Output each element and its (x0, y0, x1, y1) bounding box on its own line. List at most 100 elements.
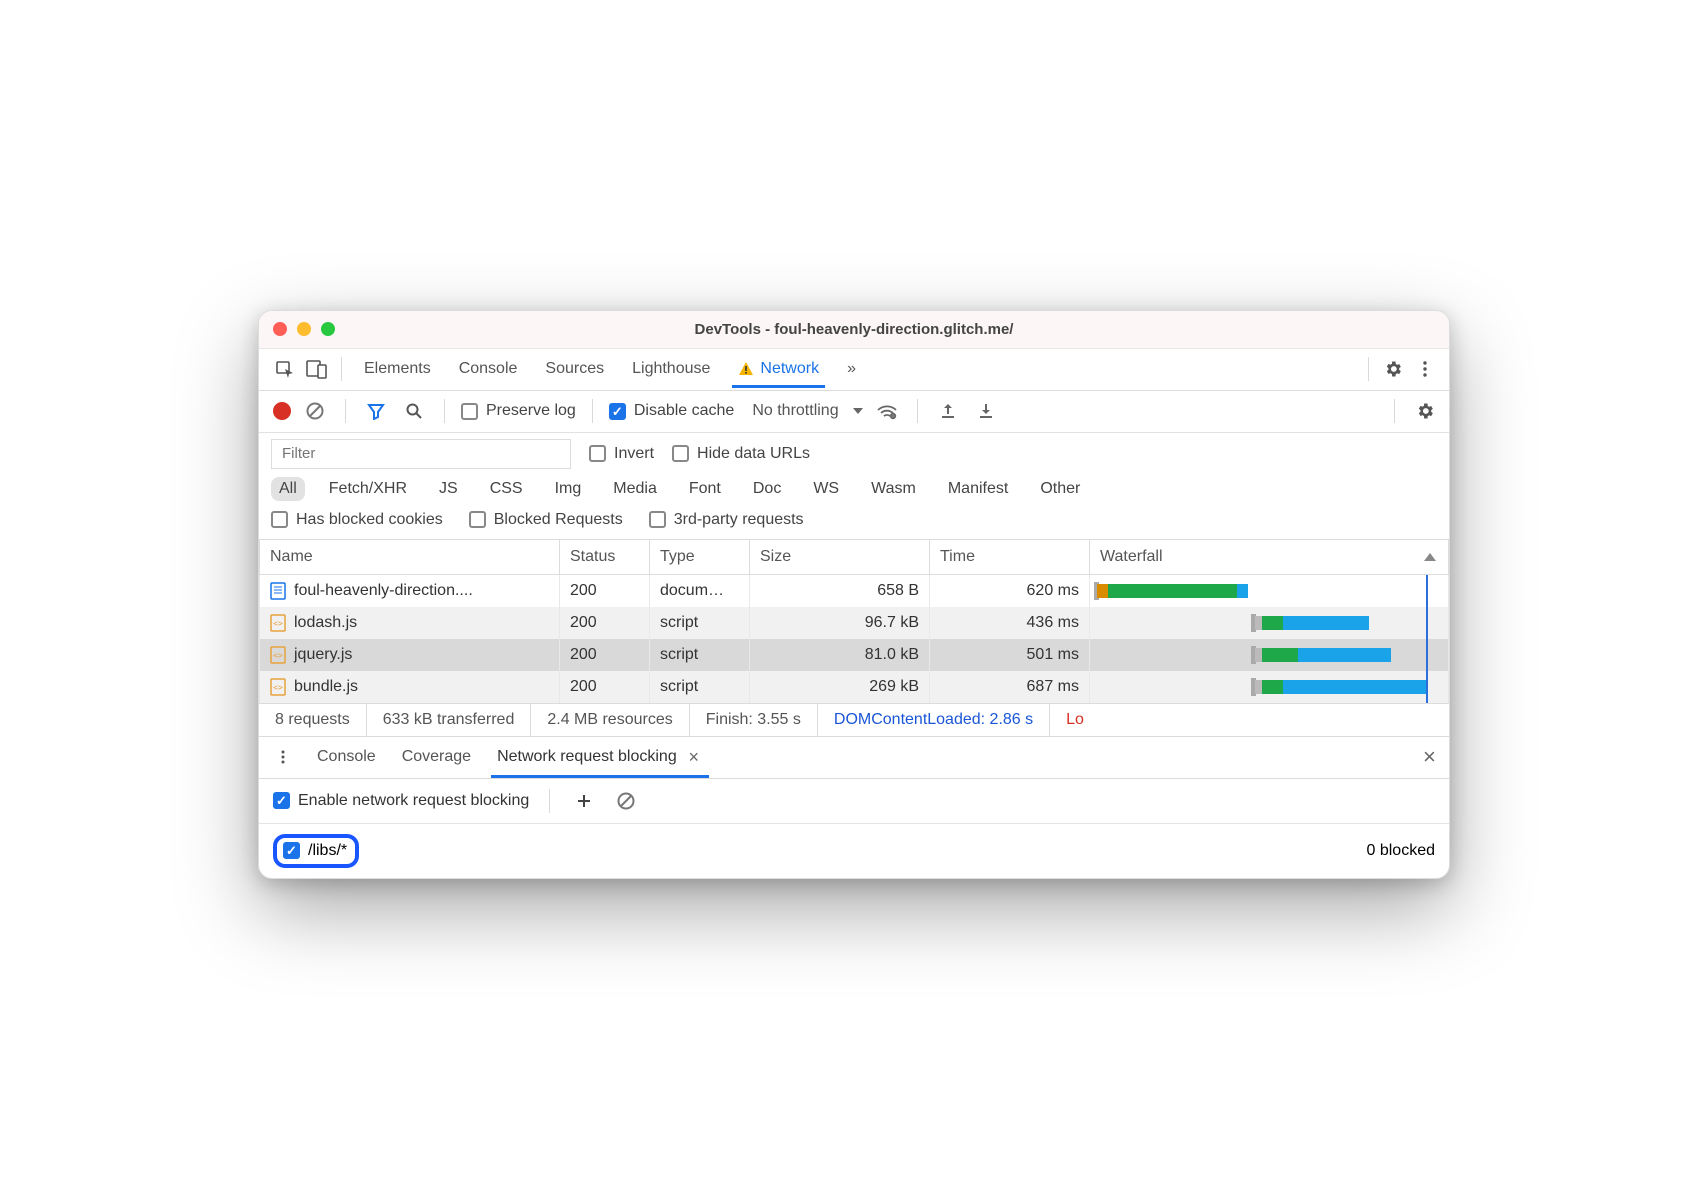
tab-console[interactable]: Console (457, 351, 520, 387)
size-cell: 81.0 kB (750, 639, 930, 671)
pattern-checkbox[interactable] (283, 842, 300, 859)
summary-transferred: 633 kB transferred (367, 704, 532, 736)
type-filter-css[interactable]: CSS (482, 477, 531, 501)
throttling-value: No throttling (752, 402, 838, 420)
network-conditions-icon[interactable] (873, 397, 901, 425)
divider (341, 357, 342, 381)
third-party-checkbox[interactable]: 3rd-party requests (649, 511, 804, 529)
blocking-toolbar: Enable network request blocking (259, 779, 1449, 824)
waterfall-cell (1090, 607, 1449, 639)
tabs-overflow[interactable]: » (845, 351, 858, 387)
hide-data-urls-checkbox[interactable]: Hide data URLs (672, 445, 810, 463)
type-filter-media[interactable]: Media (605, 477, 665, 501)
throttling-select[interactable]: No throttling (752, 402, 862, 420)
type-filter-other[interactable]: Other (1032, 477, 1088, 501)
waterfall-cell (1090, 574, 1449, 607)
chevron-down-icon (853, 408, 863, 414)
third-party-label: 3rd-party requests (674, 511, 804, 529)
blocked-requests-checkbox[interactable]: Blocked Requests (469, 511, 623, 529)
upload-har-icon[interactable] (934, 397, 962, 425)
waterfall-cell (1090, 639, 1449, 671)
col-waterfall[interactable]: Waterfall (1090, 540, 1449, 575)
col-time[interactable]: Time (930, 540, 1090, 575)
drawer-kebab-icon[interactable] (273, 743, 293, 771)
kebab-menu-icon[interactable] (1411, 355, 1439, 383)
checkbox-icon (609, 403, 626, 420)
has-blocked-cookies-checkbox[interactable]: Has blocked cookies (271, 511, 443, 529)
close-tab-icon[interactable]: × (685, 747, 703, 768)
download-har-icon[interactable] (972, 397, 1000, 425)
toggle-device-icon[interactable] (303, 355, 331, 383)
preserve-log-label: Preserve log (486, 402, 576, 420)
divider (345, 399, 346, 423)
type-cell: script (650, 639, 750, 671)
network-settings-icon[interactable] (1411, 397, 1439, 425)
tab-elements[interactable]: Elements (362, 351, 433, 387)
add-pattern-icon[interactable] (570, 787, 598, 815)
close-drawer-icon[interactable]: × (1423, 744, 1441, 770)
invert-label: Invert (614, 445, 654, 463)
sort-asc-icon (1424, 553, 1436, 561)
type-filter-wasm[interactable]: Wasm (863, 477, 924, 501)
settings-icon[interactable] (1379, 355, 1407, 383)
waterfall-cell (1090, 671, 1449, 703)
time-cell: 436 ms (930, 607, 1090, 639)
time-cell: 687 ms (930, 671, 1090, 703)
table-row[interactable]: <>bundle.js200script269 kB687 ms (260, 671, 1449, 703)
divider (592, 399, 593, 423)
enable-blocking-checkbox[interactable]: Enable network request blocking (273, 792, 529, 810)
invert-checkbox[interactable]: Invert (589, 445, 654, 463)
tab-network-label: Network (760, 360, 819, 378)
pattern-text[interactable]: /libs/* (308, 842, 347, 860)
col-name[interactable]: Name (260, 540, 560, 575)
divider (917, 399, 918, 423)
file-name: foul-heavenly-direction.... (294, 582, 473, 600)
tab-sources[interactable]: Sources (543, 351, 606, 387)
filter-input[interactable] (271, 439, 571, 469)
search-icon[interactable] (400, 397, 428, 425)
network-toolbar: Preserve log Disable cache No throttling (259, 391, 1449, 433)
type-filter-font[interactable]: Font (681, 477, 729, 501)
filter-icon[interactable] (362, 397, 390, 425)
titlebar: DevTools - foul-heavenly-direction.glitc… (259, 311, 1449, 349)
divider (549, 789, 550, 813)
table-row[interactable]: foul-heavenly-direction....200docum…658 … (260, 574, 1449, 607)
clear-icon[interactable] (301, 397, 329, 425)
table-row[interactable]: <>jquery.js200script81.0 kB501 ms (260, 639, 1449, 671)
type-filter-all[interactable]: All (271, 477, 305, 501)
drawer-tab-coverage[interactable]: Coverage (400, 739, 473, 775)
col-waterfall-label: Waterfall (1100, 548, 1163, 565)
type-filter-doc[interactable]: Doc (745, 477, 789, 501)
drawer-tab-console[interactable]: Console (315, 739, 378, 775)
type-filter-ws[interactable]: WS (805, 477, 847, 501)
tab-network[interactable]: Network (736, 351, 821, 387)
size-cell: 96.7 kB (750, 607, 930, 639)
checkbox-icon (589, 445, 606, 462)
drawer-tab-blocking[interactable]: Network request blocking × (495, 738, 705, 777)
divider (1368, 357, 1369, 381)
file-icon: <> (270, 646, 286, 664)
preserve-log-checkbox[interactable]: Preserve log (461, 402, 576, 420)
type-filter-js[interactable]: JS (431, 477, 466, 501)
blocked-cookies-label: Has blocked cookies (296, 511, 443, 529)
inspect-element-icon[interactable] (271, 355, 299, 383)
file-name: jquery.js (294, 646, 352, 664)
drawer-tab-blocking-label: Network request blocking (497, 748, 677, 766)
type-cell: docum… (650, 574, 750, 607)
col-type[interactable]: Type (650, 540, 750, 575)
blocked-count: 0 blocked (1367, 842, 1436, 860)
table-header-row: Name Status Type Size Time Waterfall (260, 540, 1449, 575)
col-size[interactable]: Size (750, 540, 930, 575)
type-filter-img[interactable]: Img (547, 477, 590, 501)
remove-all-patterns-icon[interactable] (612, 787, 640, 815)
type-filter-fetch-xhr[interactable]: Fetch/XHR (321, 477, 415, 501)
checkbox-icon (469, 511, 486, 528)
table-row[interactable]: <>lodash.js200script96.7 kB436 ms (260, 607, 1449, 639)
type-filters: All Fetch/XHR JS CSS Img Media Font Doc WS Wasm Ma… (271, 477, 1437, 501)
record-button[interactable] (273, 402, 291, 420)
col-status[interactable]: Status (560, 540, 650, 575)
disable-cache-checkbox[interactable]: Disable cache (609, 402, 735, 420)
type-filter-manifest[interactable]: Manifest (940, 477, 1016, 501)
tab-lighthouse[interactable]: Lighthouse (630, 351, 712, 387)
status-cell: 200 (560, 639, 650, 671)
